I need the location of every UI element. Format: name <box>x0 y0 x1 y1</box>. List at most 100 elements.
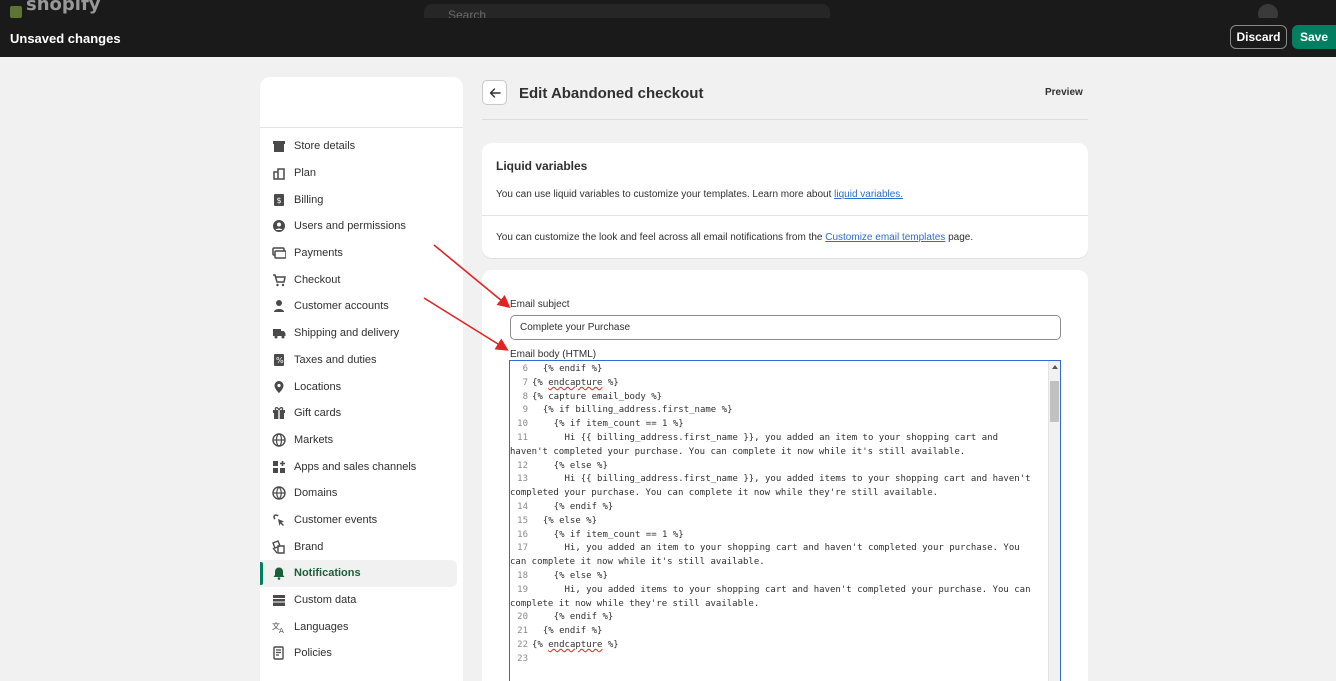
code-line: 14 {% endif %} <box>510 501 1048 515</box>
language-icon: 文A <box>272 620 286 634</box>
code-line: haven't completed your purchase. You can… <box>510 446 1048 460</box>
code-text: {% if item_count == 1 %} <box>532 529 684 540</box>
sidebar-item-languages[interactable]: 文 A Languages <box>260 613 463 640</box>
sidebar-item-payments[interactable]: Payments <box>260 240 463 267</box>
sidebar-item-label: Plan <box>294 167 317 180</box>
code-text: {% else %} <box>532 460 608 471</box>
customize-templates-text: You can customize the look and feel acro… <box>496 232 973 243</box>
scrollbar-thumb[interactable] <box>1050 381 1059 422</box>
sidebar-item-customer-events[interactable]: Customer events <box>260 507 463 534</box>
sidebar-item-policies[interactable]: Policies <box>260 640 463 667</box>
line-number: 21 <box>517 626 528 637</box>
line-number: 12 <box>517 460 528 471</box>
code-line: complete it now while they're still avai… <box>510 598 1048 612</box>
sidebar-item-custom-data[interactable]: Custom data <box>260 587 463 614</box>
line-number: 8 <box>522 391 528 402</box>
sidebar-item-label: Markets <box>294 433 334 446</box>
code-text: can complete it now while it's still ava… <box>510 557 765 568</box>
apps-icon <box>272 460 286 474</box>
line-number: 13 <box>517 474 528 485</box>
sidebar-item-customer-accounts[interactable]: Customer accounts <box>260 293 463 320</box>
sidebar-item-gift-cards[interactable]: Gift cards <box>260 400 463 427</box>
sidebar-item-label: Gift cards <box>294 407 342 420</box>
cursor-click-icon <box>272 513 286 527</box>
shopify-logo-icon <box>10 6 22 18</box>
line-number: 23 <box>517 653 528 664</box>
code-text: {% endcapture %} <box>532 377 619 388</box>
line-number: 7 <box>522 377 528 388</box>
code-text: complete it now while they're still avai… <box>510 598 760 609</box>
sidebar-item-apps-and-sales-channels[interactable]: Apps and sales channels <box>260 453 463 480</box>
sidebar-item-shipping-and-delivery[interactable]: Shipping and delivery <box>260 320 463 347</box>
liquid-variables-text: You can use liquid variables to customiz… <box>496 189 903 200</box>
code-line: 20 {% endif %} <box>510 611 1048 625</box>
liquid-variables-card: Liquid variables You can use liquid vari… <box>482 143 1088 258</box>
sidebar-item-label: Locations <box>294 380 342 393</box>
line-number: 16 <box>517 529 528 540</box>
code-text: {% endif %} <box>532 501 614 512</box>
sidebar-item-locations[interactable]: Locations <box>260 373 463 400</box>
editor-scrollbar[interactable] <box>1048 361 1060 681</box>
code-line: 15 {% else %} <box>510 515 1048 529</box>
sidebar-item-label: Languages <box>294 620 349 633</box>
liquid-variables-link[interactable]: liquid variables. <box>834 189 903 200</box>
sidebar-item-label: Apps and sales channels <box>294 460 417 473</box>
save-button[interactable]: Save <box>1292 25 1336 49</box>
card-title: Liquid variables <box>496 159 588 173</box>
payments-icon <box>272 246 286 260</box>
code-text: {% endif %} <box>532 626 603 637</box>
brand-logo: shopify <box>26 0 101 15</box>
customize-text-end: page. <box>945 232 974 243</box>
sidebar-item-users-and-permissions[interactable]: Users and permissions <box>260 213 463 240</box>
email-subject-label: Email subject <box>510 299 570 310</box>
sidebar-item-billing[interactable]: $ Billing <box>260 186 463 213</box>
sidebar-item-notifications[interactable]: Notifications <box>260 560 457 587</box>
discard-button[interactable]: Discard <box>1230 25 1287 49</box>
sidebar-item-label: Taxes and duties <box>294 353 377 366</box>
truck-icon <box>272 326 286 340</box>
line-number: 14 <box>517 501 528 512</box>
email-body-label: Email body (HTML) <box>510 349 597 360</box>
sidebar-item-plan[interactable]: Plan <box>260 160 463 187</box>
sidebar-item-domains[interactable]: Domains <box>260 480 463 507</box>
sidebar-item-markets[interactable]: Markets <box>260 427 463 454</box>
svg-text:A: A <box>279 627 284 634</box>
sidebar-item-store-details[interactable]: Store details <box>260 133 463 160</box>
customize-email-templates-link[interactable]: Customize email templates <box>825 232 945 243</box>
sidebar-item-label: Policies <box>294 647 332 660</box>
spellcheck-underline: endcapture <box>548 377 603 388</box>
avatar <box>1258 4 1278 18</box>
code-text: Hi, you added an item to your shopping c… <box>532 543 1020 554</box>
back-button[interactable] <box>482 80 507 105</box>
line-number: 17 <box>517 543 528 554</box>
global-search: Search <box>424 4 830 18</box>
code-line: 7 {% endcapture %} <box>510 377 1048 391</box>
scroll-up-icon[interactable] <box>1052 365 1058 369</box>
sidebar-item-taxes-and-duties[interactable]: % Taxes and duties <box>260 347 463 374</box>
settings-nav: Store details Plan $ Billing Users and permi… <box>260 128 463 667</box>
globe-icon <box>272 433 286 447</box>
email-body-code-editor[interactable]: 6 {% endif %} 7 {% endcapture %} 8 {% captur… <box>509 360 1061 681</box>
line-number: 18 <box>517 570 528 581</box>
cart-icon <box>272 273 286 287</box>
code-line: 19 Hi, you added items to your shopping … <box>510 584 1048 598</box>
gift-icon <box>272 406 286 420</box>
background-admin-header: shopify Search <box>0 0 1336 18</box>
code-line: 13 Hi {{ billing_address.first_name }}, … <box>510 473 1048 487</box>
location-icon <box>272 380 286 394</box>
sidebar-item-checkout[interactable]: Checkout <box>260 266 463 293</box>
sidebar-item-label: Customer accounts <box>294 300 389 313</box>
billing-icon: $ <box>272 193 286 207</box>
email-subject-input[interactable]: Complete your Purchase <box>510 315 1061 340</box>
preview-button[interactable]: Preview <box>1045 87 1083 98</box>
line-number: 19 <box>517 584 528 595</box>
sidebar-item-brand[interactable]: Brand <box>260 533 463 560</box>
person-icon <box>272 299 286 313</box>
code-text: Hi {{ billing_address.first_name }}, you… <box>532 432 999 443</box>
svg-text:%: % <box>276 356 284 365</box>
sidebar-item-label: Payments <box>294 247 343 260</box>
page-title: Edit Abandoned checkout <box>519 85 704 102</box>
sidebar-item-label: Notifications <box>294 567 361 580</box>
settings-sidebar: Store details Plan $ Billing Users and permi… <box>260 77 463 681</box>
sidebar-header <box>260 77 463 128</box>
